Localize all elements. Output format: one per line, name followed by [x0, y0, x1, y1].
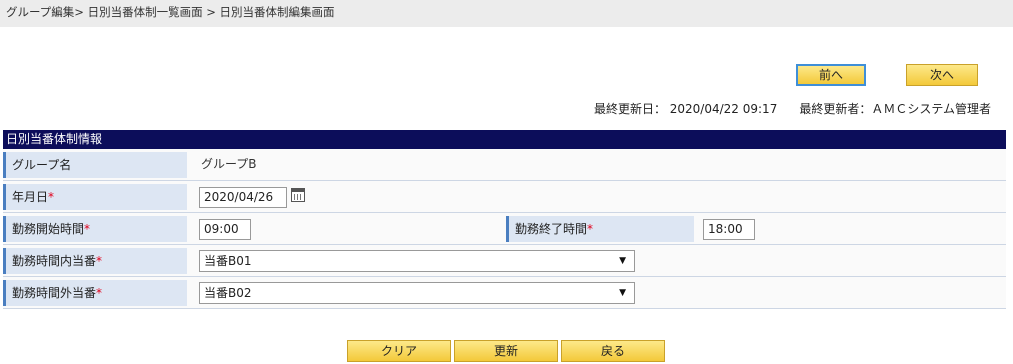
out-duty-label: 勤務時間外当番* — [3, 280, 187, 306]
chevron-down-icon[interactable]: ▼ — [619, 251, 626, 271]
required-mark: * — [84, 222, 91, 236]
required-mark: * — [587, 222, 594, 236]
required-mark: * — [48, 190, 55, 204]
in-duty-label: 勤務時間内当番* — [3, 248, 187, 274]
end-time-input[interactable]: 18:00 — [703, 219, 755, 240]
in-duty-selected: 当番B01 — [204, 254, 252, 268]
required-mark: * — [96, 254, 103, 268]
date-input[interactable]: 2020/04/26 — [199, 187, 287, 208]
last-updated-date: 最終更新日： 2020/04/22 09:17 — [593, 102, 778, 116]
out-duty-selected: 当番B02 — [204, 286, 252, 300]
row-group-name: グループ名 グループB — [3, 149, 1006, 181]
update-button[interactable]: 更新 — [454, 340, 558, 362]
last-updated-by: 最終更新者：ＡＭＣシステム管理者 — [799, 102, 991, 116]
update-info: 最終更新日： 2020/04/22 09:17 最終更新者：ＡＭＣシステム管理者 — [594, 100, 991, 117]
start-time-label: 勤務開始時間* — [3, 216, 187, 242]
back-button[interactable]: 戻る — [561, 340, 665, 362]
row-date: 年月日* 2020/04/26 — [3, 181, 1006, 213]
chevron-down-icon[interactable]: ▼ — [619, 283, 626, 303]
start-time-input[interactable]: 09:00 — [199, 219, 251, 240]
required-mark: * — [96, 286, 103, 300]
clear-button[interactable]: クリア — [347, 340, 451, 362]
prev-button[interactable]: 前へ — [796, 64, 866, 86]
group-name-label: グループ名 — [3, 152, 187, 178]
duty-info-section: 日別当番体制情報 グループ名 グループB 年月日* 2020/04/26 勤務開… — [3, 130, 1006, 309]
end-time-label: 勤務終了時間* — [506, 216, 694, 242]
calendar-icon[interactable] — [291, 188, 305, 202]
row-work-time: 勤務開始時間* 09:00 勤務終了時間* 18:00 — [3, 213, 1006, 245]
row-out-duty: 勤務時間外当番* 当番B02 ▼ — [3, 277, 1006, 309]
date-label: 年月日* — [3, 184, 187, 210]
in-duty-select[interactable]: 当番B01 ▼ — [199, 250, 635, 272]
next-button[interactable]: 次へ — [906, 64, 978, 86]
breadcrumb: グループ編集> 日別当番体制一覧画面 > 日別当番体制編集画面 — [0, 0, 1013, 27]
section-title: 日別当番体制情報 — [3, 130, 1006, 149]
group-name-value: グループB — [201, 157, 257, 171]
row-in-duty: 勤務時間内当番* 当番B01 ▼ — [3, 245, 1006, 277]
out-duty-select[interactable]: 当番B02 ▼ — [199, 282, 635, 304]
